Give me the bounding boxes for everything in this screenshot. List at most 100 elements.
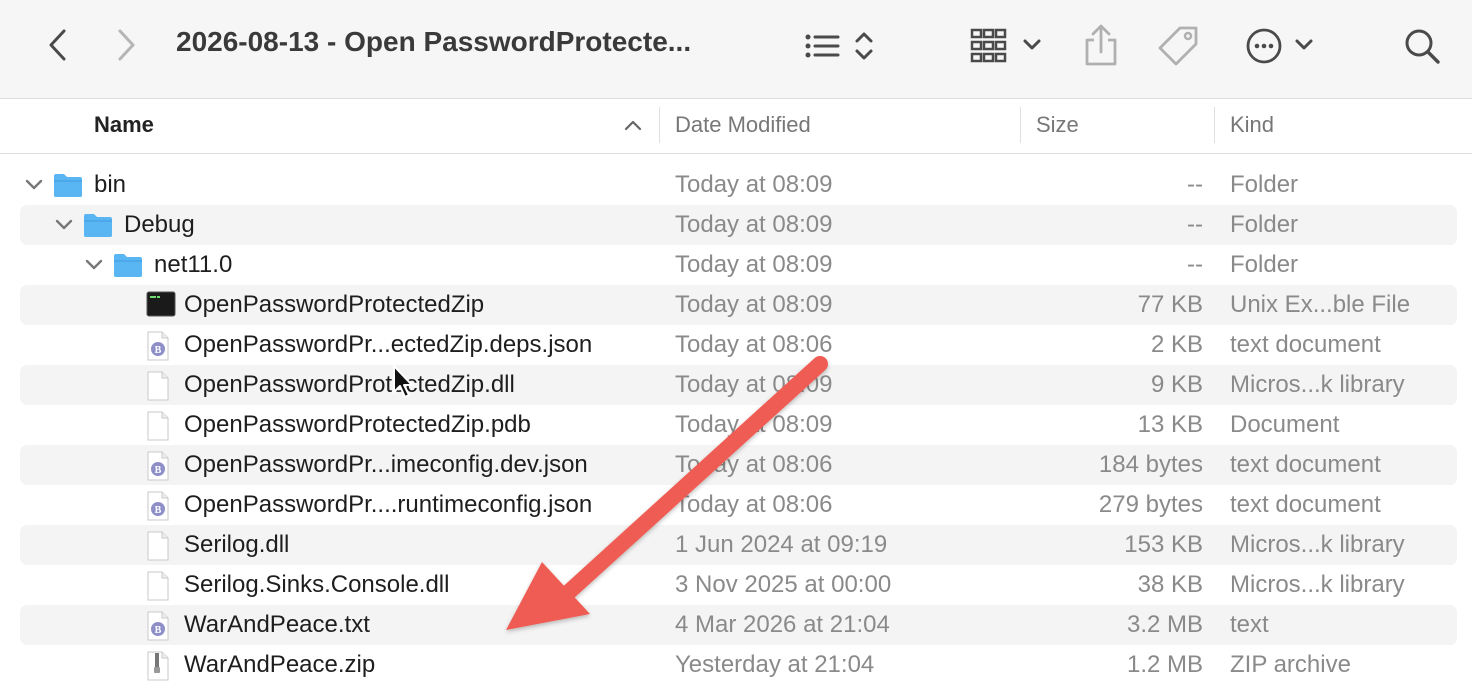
column-kind-header[interactable]: Kind <box>1230 99 1274 153</box>
file-date-modified: Today at 08:06 <box>675 451 833 478</box>
search-button[interactable] <box>1402 26 1442 66</box>
column-divider[interactable] <box>659 107 660 143</box>
chevron-right-icon <box>118 29 135 61</box>
file-name: OpenPasswordProtectedZip.dll <box>184 371 515 398</box>
more-actions-button[interactable] <box>1244 26 1318 66</box>
file-size: 1.2 MB <box>1126 651 1203 678</box>
file-name: net11.0 <box>154 251 233 278</box>
disclosure-chevron-down-icon[interactable] <box>84 255 104 275</box>
file-row[interactable]: WarAndPeace.zip Yesterday at 21:04 1.2 MB Z… <box>20 645 1457 685</box>
file-date-modified: 1 Jun 2024 at 09:19 <box>675 531 888 558</box>
column-name-header[interactable]: Name <box>94 99 154 153</box>
column-divider[interactable] <box>1020 107 1021 143</box>
blank-document-icon <box>146 531 170 566</box>
file-row[interactable]: Serilog.dll 1 Jun 2024 at 09:19 153 KB Micr… <box>20 525 1457 565</box>
file-kind: Unix Ex...ble File <box>1230 291 1411 318</box>
file-date-modified: Today at 08:09 <box>675 411 833 438</box>
tag-icon <box>1158 26 1198 66</box>
tag-button[interactable] <box>1158 24 1200 66</box>
share-icon <box>1085 24 1117 66</box>
toolbar: 2026-08-13 - Open PasswordProtecte... <box>0 0 1472 99</box>
file-name: bin <box>94 171 127 198</box>
forward-button[interactable] <box>110 26 144 64</box>
search-icon <box>1405 29 1440 64</box>
column-size-header[interactable]: Size <box>1036 99 1079 153</box>
svg-text:B: B <box>155 345 162 356</box>
file-size: 184 bytes <box>1098 451 1203 478</box>
window-title: 2026-08-13 - Open PasswordProtecte... <box>176 26 692 57</box>
file-row[interactable]: B OpenPasswordPr...imeconfig.dev.json Toda… <box>20 445 1457 485</box>
file-size: 77 KB <box>1137 291 1203 318</box>
file-date-modified: Today at 08:09 <box>675 171 833 198</box>
text-document-icon: B <box>146 491 170 526</box>
text-document-icon: B <box>146 331 170 366</box>
file-date-modified: Today at 08:09 <box>675 371 833 398</box>
sort-ascending-icon[interactable] <box>624 117 642 133</box>
file-date-modified: Yesterday at 21:04 <box>675 651 875 678</box>
file-date-modified: Today at 08:06 <box>675 331 833 358</box>
disclosure-chevron-down-icon[interactable] <box>54 215 74 235</box>
file-size: 2 KB <box>1150 331 1203 358</box>
file-row[interactable]: OpenPasswordProtectedZip.dll Today at 08:… <box>20 365 1457 405</box>
file-kind: Micros...k library <box>1230 371 1405 398</box>
file-kind: text <box>1230 611 1269 638</box>
file-size: 3.2 MB <box>1126 611 1203 638</box>
svg-text:B: B <box>155 625 162 636</box>
file-date-modified: Today at 08:09 <box>675 291 833 318</box>
file-size: -- <box>1187 251 1203 278</box>
file-date-modified: Today at 08:06 <box>675 491 833 518</box>
file-name: Serilog.dll <box>184 531 290 558</box>
disclosure-chevron-down-icon[interactable] <box>24 175 44 195</box>
file-kind: Folder <box>1230 211 1299 238</box>
file-kind: Folder <box>1230 171 1299 198</box>
file-date-modified: 4 Mar 2026 at 21:04 <box>675 611 890 638</box>
file-name: WarAndPeace.zip <box>184 651 376 678</box>
file-date-modified: 3 Nov 2025 at 00:00 <box>675 571 892 598</box>
file-kind: Document <box>1230 411 1340 438</box>
group-button[interactable] <box>968 26 1048 66</box>
file-row[interactable]: bin Today at 08:09 -- Folder <box>20 165 1457 205</box>
file-row[interactable]: Debug Today at 08:09 -- Folder <box>20 205 1457 245</box>
blank-document-icon <box>146 411 170 446</box>
file-kind: text document <box>1230 451 1381 478</box>
file-kind: text document <box>1230 491 1381 518</box>
file-row[interactable]: Serilog.Sinks.Console.dll 3 Nov 2025 at 0… <box>20 565 1457 605</box>
file-row[interactable]: B OpenPasswordPr...ectedZip.deps.json Toda… <box>20 325 1457 365</box>
share-button[interactable] <box>1082 22 1120 68</box>
file-size: 9 KB <box>1150 371 1203 398</box>
file-kind: text document <box>1230 331 1381 358</box>
text-document-icon: B <box>146 451 170 486</box>
folder-icon <box>112 251 144 284</box>
mouse-cursor-icon <box>393 365 413 398</box>
blank-document-icon <box>146 371 170 406</box>
file-row[interactable]: B WarAndPeace.txt 4 Mar 2026 at 21:04 3.2 M… <box>20 605 1457 645</box>
column-header: Name Date Modified Size Kind <box>0 99 1472 154</box>
file-date-modified: Today at 08:09 <box>675 251 833 278</box>
file-row[interactable]: B OpenPasswordPr....runtimeconfig.json Tod… <box>20 485 1457 525</box>
file-kind: Folder <box>1230 251 1299 278</box>
file-size: 38 KB <box>1137 571 1203 598</box>
file-size: -- <box>1187 211 1203 238</box>
file-name: Serilog.Sinks.Console.dll <box>184 571 450 598</box>
ellipsis-circle-icon <box>1246 28 1313 64</box>
column-date-header[interactable]: Date Modified <box>675 99 811 153</box>
text-document-icon: B <box>146 611 170 646</box>
file-row[interactable]: net11.0 Today at 08:09 -- Folder <box>20 245 1457 285</box>
file-name: Debug <box>124 211 195 238</box>
chevron-left-icon <box>49 29 66 61</box>
file-date-modified: Today at 08:09 <box>675 211 833 238</box>
grid-view-icon <box>970 28 1041 63</box>
file-kind: Micros...k library <box>1230 571 1405 598</box>
svg-text:B: B <box>155 465 162 476</box>
file-size: 153 KB <box>1124 531 1203 558</box>
file-row[interactable]: OpenPasswordProtectedZip.pdb Today at 08:… <box>20 405 1457 445</box>
terminal-icon <box>146 291 176 322</box>
view-options-button[interactable] <box>800 28 880 64</box>
file-row[interactable]: OpenPasswordProtectedZip Today at 08:09 77… <box>20 285 1457 325</box>
file-size: 279 bytes <box>1098 491 1203 518</box>
file-size: -- <box>1187 171 1203 198</box>
file-name: WarAndPeace.txt <box>184 611 370 638</box>
column-divider[interactable] <box>1214 107 1215 143</box>
folder-icon <box>52 171 84 204</box>
back-button[interactable] <box>40 26 74 64</box>
